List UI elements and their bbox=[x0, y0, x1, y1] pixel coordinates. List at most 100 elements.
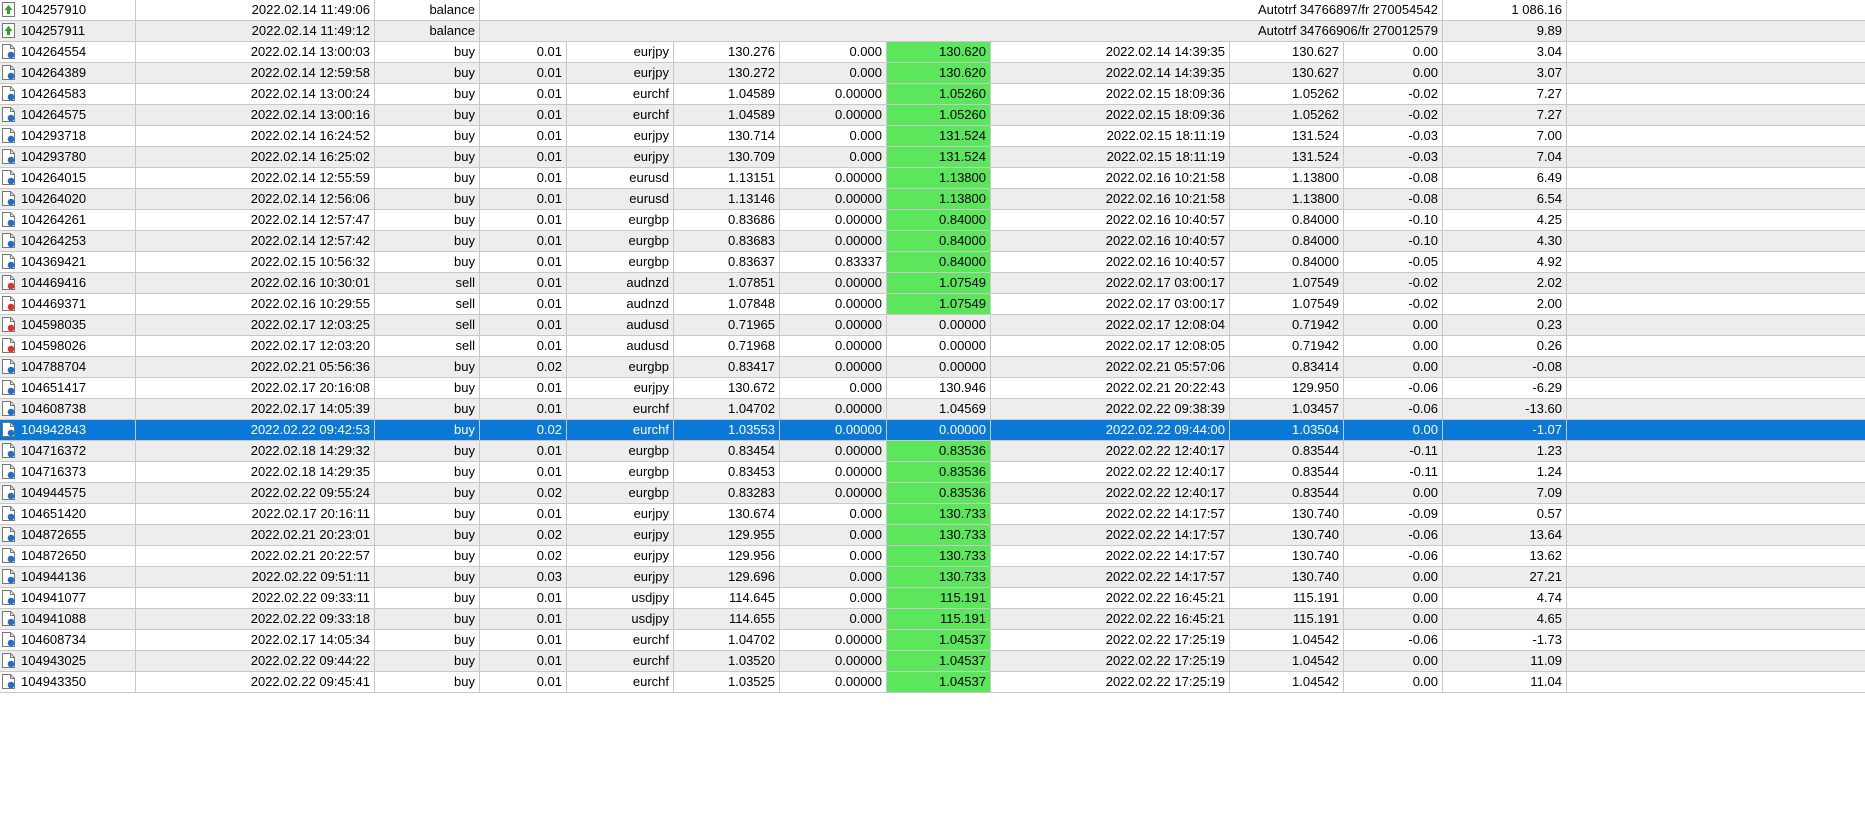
close-price-cell: 131.524 bbox=[1230, 126, 1344, 146]
type-cell: buy bbox=[375, 567, 480, 587]
profit-cell: 0.57 bbox=[1443, 504, 1567, 524]
ticket-cell: 104788704 bbox=[0, 357, 136, 377]
trade-row[interactable]: 104469371 2022.02.16 10:29:55 sell 0.01 audn… bbox=[0, 294, 1865, 315]
tp-cell: 0.84000 bbox=[887, 252, 991, 272]
commission-cell: -0.08 bbox=[1344, 189, 1443, 209]
trade-row[interactable]: 104264261 2022.02.14 12:57:47 buy 0.01 eurgb… bbox=[0, 210, 1865, 231]
trade-row[interactable]: 104608734 2022.02.17 14:05:34 buy 0.01 eurch… bbox=[0, 630, 1865, 651]
trade-row[interactable]: 104469416 2022.02.16 10:30:01 sell 0.01 audn… bbox=[0, 273, 1865, 294]
trade-row[interactable]: 104941077 2022.02.22 09:33:11 buy 0.01 usdjp… bbox=[0, 588, 1865, 609]
trade-row[interactable]: 104944136 2022.02.22 09:51:11 buy 0.03 eurjp… bbox=[0, 567, 1865, 588]
sl-cell: 0.00000 bbox=[780, 315, 887, 335]
open-time-cell: 2022.02.14 11:49:06 bbox=[136, 0, 375, 20]
ticket-cell: 104257910 bbox=[0, 0, 136, 20]
type-cell: sell bbox=[375, 294, 480, 314]
type-cell: balance bbox=[375, 21, 480, 41]
open-price-cell: 130.272 bbox=[674, 63, 780, 83]
close-time-cell: 2022.02.22 17:25:19 bbox=[991, 630, 1230, 650]
commission-cell: 0.00 bbox=[1344, 420, 1443, 440]
ticket-cell: 104944575 bbox=[0, 483, 136, 503]
trade-row[interactable]: 104264554 2022.02.14 13:00:03 buy 0.01 eurjp… bbox=[0, 42, 1865, 63]
trade-row[interactable]: 104942843 2022.02.22 09:42:53 buy 0.02 eurch… bbox=[0, 420, 1865, 441]
size-cell: 0.01 bbox=[480, 252, 567, 272]
trade-row[interactable]: 104651420 2022.02.17 20:16:11 buy 0.01 eurjp… bbox=[0, 504, 1865, 525]
trade-row[interactable]: 104264389 2022.02.14 12:59:58 buy 0.01 eurjp… bbox=[0, 63, 1865, 84]
tp-cell: 0.00000 bbox=[887, 357, 991, 377]
symbol-cell: audusd bbox=[567, 336, 674, 356]
trade-row[interactable]: 104944575 2022.02.22 09:55:24 buy 0.02 eurgb… bbox=[0, 483, 1865, 504]
trade-row[interactable]: 104369421 2022.02.15 10:56:32 buy 0.01 eurgb… bbox=[0, 252, 1865, 273]
size-cell: 0.02 bbox=[480, 546, 567, 566]
trade-row[interactable]: 104872650 2022.02.21 20:22:57 buy 0.02 eurjp… bbox=[0, 546, 1865, 567]
commission-cell: -0.06 bbox=[1344, 546, 1443, 566]
type-cell: buy bbox=[375, 84, 480, 104]
trade-row[interactable]: 104264015 2022.02.14 12:55:59 buy 0.01 eurus… bbox=[0, 168, 1865, 189]
trade-row[interactable]: 104264583 2022.02.14 13:00:24 buy 0.01 eurch… bbox=[0, 84, 1865, 105]
tp-cell: 130.620 bbox=[887, 42, 991, 62]
trade-row[interactable]: 104716373 2022.02.18 14:29:35 buy 0.01 eurgb… bbox=[0, 462, 1865, 483]
balance-row[interactable]: 104257910 2022.02.14 11:49:06 balance Autot… bbox=[0, 0, 1865, 21]
trade-row[interactable]: 104872655 2022.02.21 20:23:01 buy 0.02 eurjp… bbox=[0, 525, 1865, 546]
profit-cell: 4.25 bbox=[1443, 210, 1567, 230]
open-price-cell: 1.13151 bbox=[674, 168, 780, 188]
commission-cell: -0.11 bbox=[1344, 441, 1443, 461]
size-cell: 0.01 bbox=[480, 672, 567, 692]
symbol-cell: eurgbp bbox=[567, 231, 674, 251]
close-time-cell: 2022.02.16 10:21:58 bbox=[991, 189, 1230, 209]
close-price-cell: 1.04542 bbox=[1230, 672, 1344, 692]
type-cell: buy bbox=[375, 126, 480, 146]
balance-row[interactable]: 104257911 2022.02.14 11:49:12 balance Autot… bbox=[0, 21, 1865, 42]
trade-row[interactable]: 104264253 2022.02.14 12:57:42 buy 0.01 eurgb… bbox=[0, 231, 1865, 252]
ticket-cell: 104598035 bbox=[0, 315, 136, 335]
commission-cell: -0.06 bbox=[1344, 525, 1443, 545]
size-cell: 0.01 bbox=[480, 126, 567, 146]
trade-row[interactable]: 104716372 2022.02.18 14:29:32 buy 0.01 eurgb… bbox=[0, 441, 1865, 462]
open-time-cell: 2022.02.22 09:51:11 bbox=[136, 567, 375, 587]
size-cell: 0.01 bbox=[480, 84, 567, 104]
profit-cell: 2.00 bbox=[1443, 294, 1567, 314]
close-time-cell: 2022.02.17 12:08:04 bbox=[991, 315, 1230, 335]
tp-cell: 1.05260 bbox=[887, 105, 991, 125]
trade-row[interactable]: 104651417 2022.02.17 20:16:08 buy 0.01 eurjp… bbox=[0, 378, 1865, 399]
sl-cell: 0.000 bbox=[780, 63, 887, 83]
close-price-cell: 130.740 bbox=[1230, 504, 1344, 524]
commission-cell: 0.00 bbox=[1344, 336, 1443, 356]
size-cell: 0.01 bbox=[480, 462, 567, 482]
trade-row[interactable]: 104943025 2022.02.22 09:44:22 buy 0.01 eurch… bbox=[0, 651, 1865, 672]
trade-row[interactable]: 104943350 2022.02.22 09:45:41 buy 0.01 eurch… bbox=[0, 672, 1865, 693]
type-cell: buy bbox=[375, 609, 480, 629]
size-cell: 0.01 bbox=[480, 378, 567, 398]
close-price-cell: 1.05262 bbox=[1230, 105, 1344, 125]
sl-cell: 0.00000 bbox=[780, 231, 887, 251]
close-price-cell: 130.627 bbox=[1230, 42, 1344, 62]
close-time-cell: 2022.02.14 14:39:35 bbox=[991, 42, 1230, 62]
profit-cell: -6.29 bbox=[1443, 378, 1567, 398]
trade-row[interactable]: 104788704 2022.02.21 05:56:36 buy 0.02 eurgb… bbox=[0, 357, 1865, 378]
open-time-cell: 2022.02.17 14:05:34 bbox=[136, 630, 375, 650]
trade-row[interactable]: 104264020 2022.02.14 12:56:06 buy 0.01 eurus… bbox=[0, 189, 1865, 210]
sl-cell: 0.000 bbox=[780, 504, 887, 524]
close-price-cell: 1.04542 bbox=[1230, 651, 1344, 671]
tp-cell: 131.524 bbox=[887, 147, 991, 167]
ticket-cell: 104944136 bbox=[0, 567, 136, 587]
profit-cell: -1.07 bbox=[1443, 420, 1567, 440]
close-price-cell: 1.04542 bbox=[1230, 630, 1344, 650]
commission-cell: 0.00 bbox=[1344, 567, 1443, 587]
symbol-cell: eurusd bbox=[567, 189, 674, 209]
symbol-cell: eurgbp bbox=[567, 483, 674, 503]
trade-row[interactable]: 104941088 2022.02.22 09:33:18 buy 0.01 usdjp… bbox=[0, 609, 1865, 630]
trade-row[interactable]: 104598035 2022.02.17 12:03:25 sell 0.01 audu… bbox=[0, 315, 1865, 336]
symbol-cell: eurjpy bbox=[567, 378, 674, 398]
type-cell: buy bbox=[375, 168, 480, 188]
trade-row[interactable]: 104264575 2022.02.14 13:00:16 buy 0.01 eurch… bbox=[0, 105, 1865, 126]
trade-row[interactable]: 104598026 2022.02.17 12:03:20 sell 0.01 audu… bbox=[0, 336, 1865, 357]
trade-row[interactable]: 104293718 2022.02.14 16:24:52 buy 0.01 eurjp… bbox=[0, 126, 1865, 147]
ticket-cell: 104608738 bbox=[0, 399, 136, 419]
open-time-cell: 2022.02.22 09:42:53 bbox=[136, 420, 375, 440]
size-cell: 0.02 bbox=[480, 420, 567, 440]
trade-row[interactable]: 104608738 2022.02.17 14:05:39 buy 0.01 eurch… bbox=[0, 399, 1865, 420]
trade-row[interactable]: 104293780 2022.02.14 16:25:02 buy 0.01 eurjp… bbox=[0, 147, 1865, 168]
open-time-cell: 2022.02.14 12:57:47 bbox=[136, 210, 375, 230]
close-time-cell: 2022.02.22 14:17:57 bbox=[991, 504, 1230, 524]
open-time-cell: 2022.02.16 10:30:01 bbox=[136, 273, 375, 293]
